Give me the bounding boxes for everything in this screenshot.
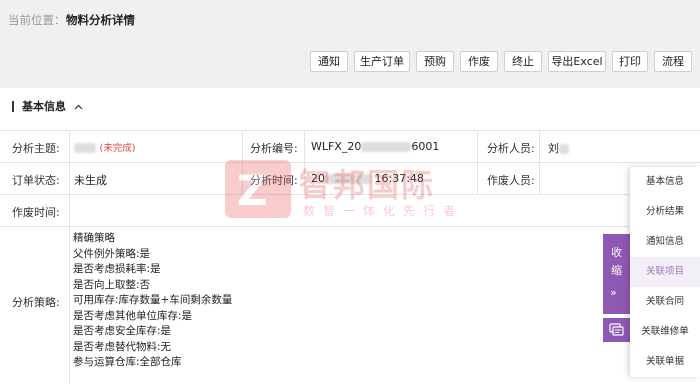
list-item: 父件例外策略:是 — [73, 247, 151, 260]
list-item: 精确策略 — [73, 232, 115, 244]
time-value: 20 16:37:48 — [311, 172, 424, 185]
sidenav-item-related-repair[interactable]: 关联维修单 — [630, 317, 700, 347]
analyst-value: 刘 — [548, 140, 569, 156]
list-item: 是否考虑损耗率:是 — [73, 263, 161, 275]
void-button[interactable]: 作废 — [460, 51, 498, 72]
void-person-label: 作废人员: — [487, 174, 535, 187]
toolbar: 通知 生产订单 预购 作废 终止 导出Excel 打印 流程 — [0, 42, 700, 80]
collapse-button[interactable]: 收缩 » — [603, 234, 630, 314]
code-label: 分析编号: — [250, 142, 298, 155]
pre-purchase-button[interactable]: 预购 — [416, 51, 454, 72]
terminate-button[interactable]: 终止 — [504, 51, 542, 72]
sidenav-item-notice-info[interactable]: 通知信息 — [630, 227, 700, 257]
double-chevron-right-icon: » — [610, 286, 617, 299]
time-label: 分析时间: — [250, 174, 298, 187]
list-item: 是否考虑其他单位库存:是 — [73, 309, 193, 322]
table-row: 作废时间: — [0, 195, 700, 227]
chat-icon — [609, 323, 624, 340]
order-status-label: 订单状态: — [12, 174, 60, 187]
sidenav-item-related-contract[interactable]: 关联合同 — [630, 287, 700, 317]
detail-panel: 基本信息 分析主题: (未完成) 分析编号: WLFX_20 6001 分析人员:… — [0, 88, 700, 384]
production-order-button[interactable]: 生产订单 — [354, 51, 410, 72]
sidenav-item-basic-info[interactable]: 基本信息 — [630, 167, 700, 197]
table-row: 分析策略: 精确策略 父件例外策略:是 是否考虑损耗率:是 是否向上取整:否 可… — [0, 227, 700, 384]
print-button[interactable]: 打印 — [612, 51, 648, 72]
table-row: 分析主题: (未完成) 分析编号: WLFX_20 6001 分析人员: 刘 — [0, 131, 700, 163]
table-row: 订单状态: 未生成 分析时间: 20 16:37:48 作废人员: — [0, 163, 700, 195]
sidenav-item-related-project[interactable]: 关联项目 — [630, 257, 700, 287]
section-marker — [12, 100, 14, 112]
collapse-label: 收缩 — [611, 246, 622, 277]
void-time-label: 作废时间: — [12, 206, 60, 219]
side-anchor-nav: 基本信息 分析结果 通知信息 关联项目 关联合同 关联维修单 关联单据 — [630, 167, 700, 377]
workflow-button[interactable]: 流程 — [654, 51, 692, 72]
sidenav-item-related-docs[interactable]: 关联单据 — [630, 347, 700, 377]
list-item: 参与运算仓库:全部仓库 — [73, 356, 182, 368]
order-status-value: 未生成 — [74, 174, 107, 187]
list-item: 是否向上取整:否 — [73, 278, 151, 291]
code-value: WLFX_20 6001 — [311, 140, 440, 153]
strategy-list: 精确策略 父件例外策略:是 是否考虑损耗率:是 是否向上取整:否 可用库存:库存… — [73, 231, 232, 371]
list-item: 是否考虑安全库存:是 — [73, 325, 172, 337]
export-excel-button[interactable]: 导出Excel — [548, 51, 606, 72]
breadcrumb: 当前位置： 物料分析详情 — [0, 0, 700, 42]
list-item: 是否考虑替代物料:无 — [73, 340, 172, 353]
subject-value: (未完成) — [74, 140, 135, 154]
subject-label: 分析主题: — [12, 142, 60, 155]
status-badge: (未完成) — [99, 143, 136, 154]
notify-button[interactable]: 通知 — [310, 51, 348, 72]
chevron-up-icon[interactable] — [74, 100, 83, 113]
strategy-label: 分析策略: — [12, 296, 60, 309]
page-title: 物料分析详情 — [66, 13, 135, 27]
section-title: 基本信息 — [22, 100, 66, 113]
sidenav-item-analysis-result[interactable]: 分析结果 — [630, 197, 700, 227]
chat-button[interactable] — [603, 318, 630, 342]
breadcrumb-label: 当前位置： — [8, 13, 66, 27]
analyst-label: 分析人员: — [487, 142, 535, 155]
info-table: 分析主题: (未完成) 分析编号: WLFX_20 6001 分析人员: 刘 订单… — [0, 130, 700, 384]
list-item: 可用库存:库存数量+车间剩余数量 — [73, 294, 233, 306]
section-header[interactable]: 基本信息 — [12, 96, 83, 116]
